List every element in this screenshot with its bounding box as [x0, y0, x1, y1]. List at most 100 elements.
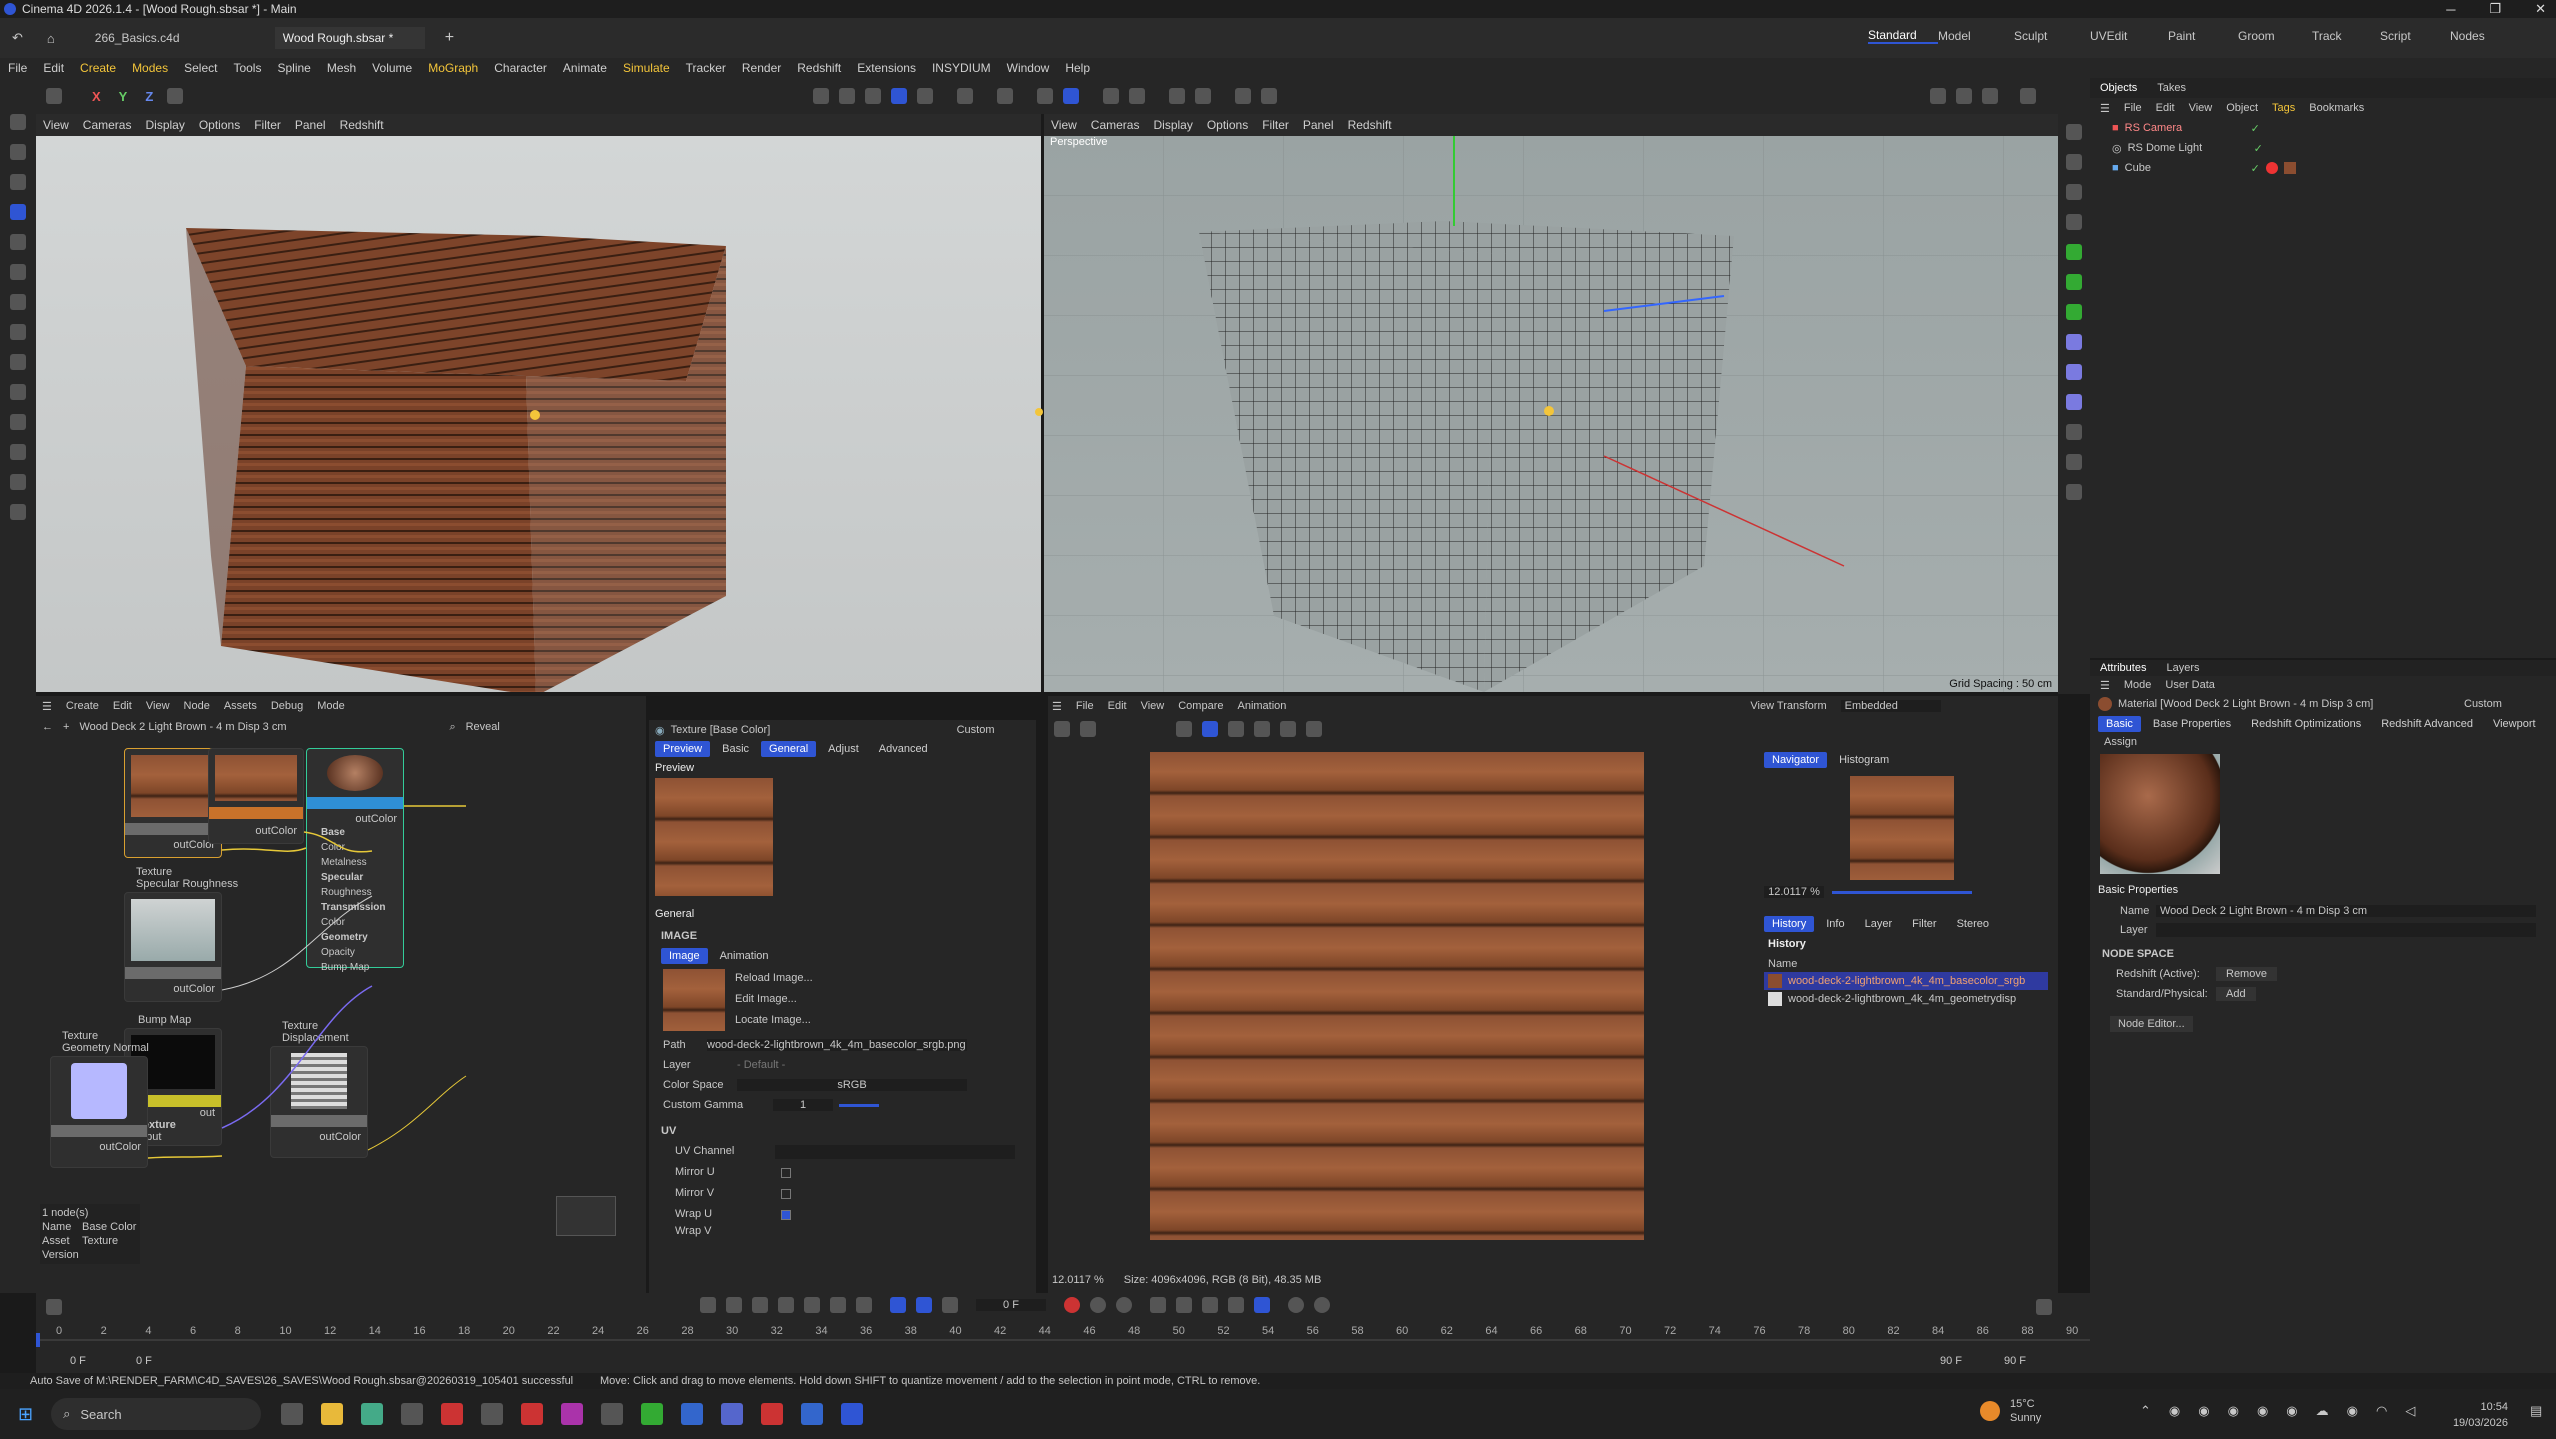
tex-tab-basic[interactable]: Basic	[714, 741, 757, 757]
render-viewport[interactable]	[36, 136, 1041, 692]
menu-mesh[interactable]: Mesh	[327, 61, 356, 75]
text-icon[interactable]	[2066, 214, 2082, 230]
render-region-icon[interactable]	[1103, 88, 1120, 104]
wifi-icon[interactable]: ◠	[2376, 1403, 2387, 1419]
pv-menu-animation[interactable]: Animation	[1237, 700, 1286, 712]
attr-tab-viewport[interactable]: Viewport	[2485, 716, 2544, 732]
pv-menu-file[interactable]: File	[1076, 700, 1094, 712]
material-tag-icon[interactable]	[2265, 162, 2278, 174]
tab-layers[interactable]: Layers	[2166, 662, 2199, 674]
field-icon[interactable]	[2066, 364, 2082, 380]
taskbar-search[interactable]: Search	[80, 1407, 121, 1422]
layout-uvedit[interactable]: UVEdit	[2090, 29, 2168, 43]
tab-navigator[interactable]: Navigator	[1764, 752, 1828, 768]
search-icon[interactable]	[10, 114, 26, 130]
viewport-split-handle[interactable]	[1035, 408, 1043, 416]
rotate-tool-icon[interactable]	[10, 234, 26, 250]
timeline-ruler[interactable]: 0 2 4 6 8 10 12 14 16 18 20 22 24 26 28 30 32 34 36 38 40 42 4…	[36, 1293, 2090, 1353]
ipr-icon[interactable]	[1261, 88, 1278, 104]
tray-icon[interactable]: ◉	[2347, 1403, 2358, 1419]
menu-window[interactable]: Window	[1007, 61, 1050, 75]
layout-track[interactable]: Track	[2312, 29, 2380, 43]
mirror-v-checkbox[interactable]	[781, 1188, 791, 1199]
pv-menu-edit[interactable]: Edit	[1108, 700, 1127, 712]
tab-history[interactable]: History	[1764, 916, 1815, 932]
pv-status-zoom[interactable]: 12.0117 %	[1052, 1274, 1104, 1286]
menu-tracker[interactable]: Tracker	[686, 61, 726, 75]
vp2-panel[interactable]: Panel	[1303, 118, 1334, 132]
menu-extensions[interactable]: Extensions	[857, 61, 916, 75]
pv-channels-icon[interactable]	[1254, 721, 1270, 737]
uv-channel-field[interactable]	[775, 1144, 1015, 1159]
vp2-redshift[interactable]: Redshift	[1348, 118, 1392, 132]
pv-exposure-icon[interactable]	[1228, 721, 1244, 737]
tex-sub-animation[interactable]: Animation	[712, 948, 777, 964]
pen-tool-icon[interactable]	[10, 474, 26, 490]
gamma-field[interactable]: 1	[773, 1099, 833, 1111]
render-icon[interactable]	[1195, 88, 1212, 104]
tab-histogram[interactable]: Histogram	[1831, 752, 1897, 768]
scene-icon[interactable]	[2066, 424, 2082, 440]
attr-tab-basic[interactable]: Basic	[2098, 716, 2141, 732]
undo-icon[interactable]: ↶	[12, 30, 23, 46]
doc-tab-basics[interactable]: 266_Basics.c4d	[95, 31, 245, 45]
wrap-u-checkbox[interactable]	[781, 1209, 791, 1220]
tab-filter[interactable]: Filter	[1904, 916, 1944, 932]
refresh-icon[interactable]	[2020, 88, 2036, 104]
tex-sub-image[interactable]: Image	[661, 948, 708, 964]
tab-takes[interactable]: Takes	[2157, 82, 2186, 94]
tray-icon[interactable]: ◉	[2169, 1403, 2180, 1419]
layer-field[interactable]	[2156, 923, 2536, 937]
tab-info[interactable]: Info	[1818, 916, 1852, 932]
minimize-icon[interactable]: ─	[2446, 2, 2455, 17]
attr-hamburger-icon[interactable]: ☰	[2100, 679, 2110, 692]
history-item[interactable]: wood-deck-2-lightbrown_4k_4m_basecolor_s…	[1764, 972, 2048, 990]
node-editor-button[interactable]: Node Editor...	[2110, 1016, 2193, 1032]
app-icon[interactable]	[441, 1403, 464, 1425]
pv-menu-compare[interactable]: Compare	[1178, 700, 1223, 712]
menu-edit[interactable]: Edit	[43, 61, 64, 75]
layout-script[interactable]: Script	[2380, 29, 2450, 43]
paint-tool-icon[interactable]	[10, 414, 26, 430]
select-icon[interactable]	[46, 88, 62, 104]
layout-standard[interactable]: Standard	[1868, 28, 1938, 44]
menu-help[interactable]: Help	[1065, 61, 1090, 75]
picture-viewer-icon[interactable]	[1930, 88, 1946, 104]
object-rs-dome-light[interactable]: RS Dome Light	[2128, 142, 2228, 154]
maximize-icon[interactable]: ❐	[2489, 1, 2501, 17]
layer-field-tex[interactable]: - Default -	[737, 1059, 785, 1071]
texture-mode-icon[interactable]	[917, 88, 934, 104]
vp1-display[interactable]: Display	[145, 118, 184, 132]
app-icon[interactable]	[761, 1403, 784, 1425]
tray-icon[interactable]: ◉	[2257, 1403, 2268, 1419]
taskbar-search-icon[interactable]: ⌕	[63, 1406, 70, 1422]
vp1-cameras[interactable]: Cameras	[83, 118, 132, 132]
menu-simulate[interactable]: Simulate	[623, 61, 670, 75]
cloud-icon[interactable]: ☁	[2316, 1403, 2329, 1419]
tag-icon[interactable]	[2066, 484, 2082, 500]
obj-menu-view[interactable]: View	[2189, 102, 2213, 114]
app-icon[interactable]	[401, 1403, 424, 1425]
deformer-icon[interactable]	[2066, 334, 2082, 350]
navigator-thumbnail[interactable]	[1850, 776, 1954, 880]
pv-compare-icon[interactable]	[1306, 721, 1322, 737]
weather-icon[interactable]	[1980, 1401, 2000, 1421]
texture-tag-icon[interactable]	[2283, 162, 2296, 174]
axis-x-button[interactable]: X	[92, 89, 101, 104]
app-icon[interactable]	[641, 1403, 664, 1425]
grid-icon[interactable]	[1037, 88, 1054, 104]
pv-hamburger-icon[interactable]: ☰	[1052, 700, 1062, 713]
redshift-icon[interactable]	[1235, 88, 1252, 104]
home-icon[interactable]: ⌂	[47, 31, 55, 46]
pv-ipr-icon[interactable]	[1202, 721, 1218, 737]
add-button[interactable]: Add	[2216, 987, 2256, 1001]
vp1-options[interactable]: Options	[199, 118, 240, 132]
start-frame[interactable]: 0 F	[70, 1355, 86, 1367]
reload-image-button[interactable]: Reload Image...	[735, 968, 813, 989]
mograph-icon[interactable]	[2066, 274, 2082, 290]
obj-menu-object[interactable]: Object	[2226, 102, 2258, 114]
transform-tool-icon[interactable]	[10, 294, 26, 310]
vp1-redshift[interactable]: Redshift	[340, 118, 384, 132]
colorspace-field[interactable]: sRGB	[737, 1079, 967, 1091]
app-icon[interactable]	[601, 1403, 624, 1425]
